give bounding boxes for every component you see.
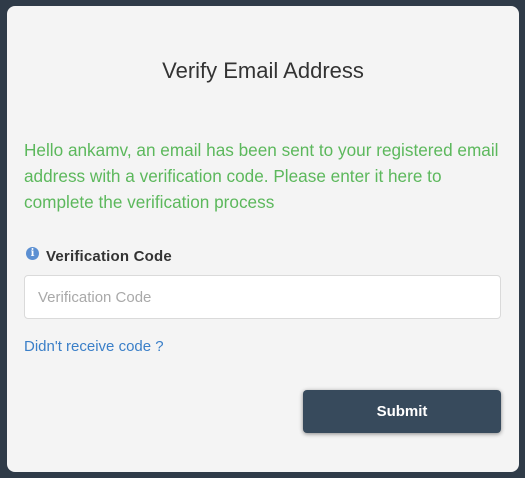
verification-code-input[interactable] — [24, 275, 501, 319]
verification-message: Hello ankamv, an email has been sent to … — [24, 140, 499, 212]
verification-code-label-row: i Verification Code — [26, 247, 172, 265]
verify-email-card: Verify Email Address Hello ankamv, an em… — [7, 6, 519, 472]
verification-code-label: Verification Code — [46, 248, 172, 265]
page-title: Verify Email Address — [162, 58, 364, 83]
resend-code-link[interactable]: Didn't receive code ? — [24, 338, 164, 355]
submit-button[interactable]: Submit — [303, 390, 501, 433]
info-icon: i — [26, 247, 39, 260]
